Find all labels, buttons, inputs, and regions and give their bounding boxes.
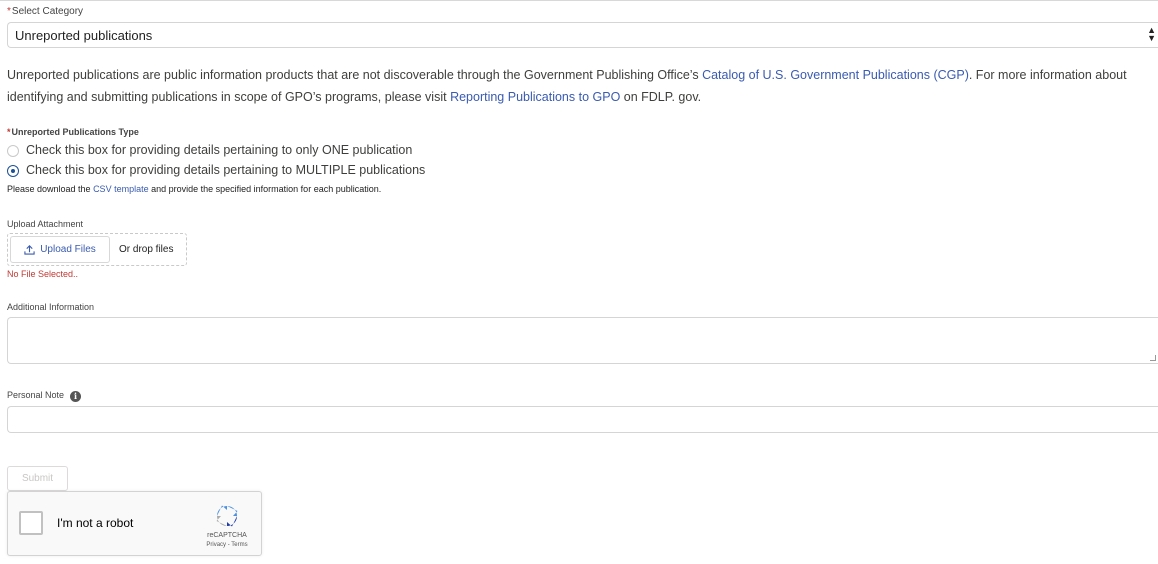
select-arrows-icon: ▲ ▼ [1147,25,1156,43]
radio-option-label: Check this box for providing details per… [26,143,413,157]
recaptcha-widget: I'm not a robot reCAPTCHA Privacy - Term… [7,491,262,556]
recaptcha-label: I'm not a robot [57,516,134,530]
category-select[interactable]: Unreported publications ▲ ▼ [7,22,1158,48]
personal-note-input[interactable] [7,406,1158,433]
info-icon[interactable]: i [70,391,82,402]
upload-files-label: Upload Files [40,244,96,255]
upload-dropzone[interactable]: Upload Files Or drop files [7,233,187,266]
cgp-link[interactable]: Catalog of U.S. Government Publications … [702,68,969,82]
additional-info-label: Additional Information [7,302,95,312]
recaptcha-logo-icon [216,505,238,527]
csv-note-text: Please download the [7,184,94,194]
csv-note: Please download the CSV template and pro… [7,184,381,194]
additional-info-textarea[interactable] [7,317,1158,364]
upload-icon [24,245,35,255]
category-label: *Select Category [7,6,83,17]
csv-note-text: and provide the specified information fo… [148,184,382,194]
csv-template-link[interactable]: CSV template [93,184,149,194]
pub-type-label-text: Unreported Publications Type [11,127,139,137]
category-description: Unreported publications are public infor… [7,64,1155,108]
category-select-value: Unreported publications [15,28,153,43]
personal-note-label: Personal Note i [7,390,82,402]
submit-button[interactable]: Submit [7,466,68,491]
recaptcha-brand: reCAPTCHA [207,532,247,539]
no-file-error: No File Selected.. [7,269,79,279]
personal-note-label-text: Personal Note [7,390,65,400]
top-divider [0,0,1158,1]
description-text: on FDLP. gov. [620,90,702,104]
category-label-text: Select Category [11,6,84,17]
pub-type-label: *Unreported Publications Type [7,127,139,137]
recaptcha-checkbox[interactable] [19,511,43,535]
drop-files-text: Or drop files [119,244,174,255]
required-mark: * [7,6,11,17]
recaptcha-terms-link[interactable]: Privacy - Terms [188,542,266,548]
radio-option-label: Check this box for providing details per… [26,163,426,177]
reporting-publications-link[interactable]: Reporting Publications to GPO [450,90,620,104]
resize-grip-icon[interactable] [1150,355,1156,361]
radio-one-button[interactable] [7,145,19,157]
radio-multiple-button[interactable] [7,165,19,177]
upload-label: Upload Attachment [7,219,84,229]
upload-files-button[interactable]: Upload Files [10,236,110,263]
required-mark: * [7,127,11,137]
description-text: Unreported publications are public infor… [7,68,703,82]
